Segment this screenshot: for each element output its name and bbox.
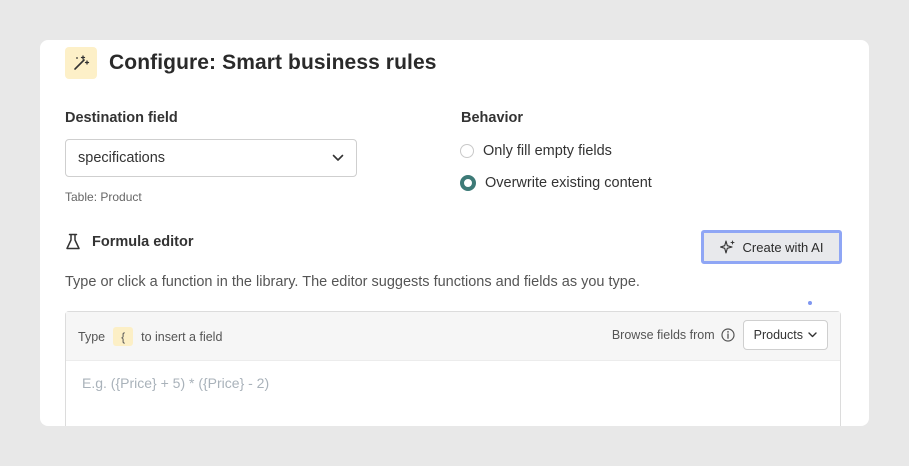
magic-wand-icon [65,47,97,79]
type-suffix: to insert a field [141,329,223,344]
editor-toolbar: Type { to insert a field Browse fields f… [66,312,840,361]
radio-unchecked[interactable] [460,144,474,158]
behavior-option-label: Only fill empty fields [483,143,612,159]
chevron-down-icon [332,154,344,162]
panel-header: Configure: Smart business rules [65,47,437,79]
formula-editor: Type { to insert a field Browse fields f… [65,311,841,426]
browse-fields-label: Browse fields from [611,328,715,342]
radio-checked[interactable] [460,175,476,191]
info-icon[interactable] [721,328,735,342]
configure-panel: Configure: Smart business rules Destinat… [40,40,869,426]
browse-fields-select[interactable]: Products [742,320,828,350]
sparkle-icon [719,239,736,255]
destination-field-value: specifications [78,150,166,166]
table-hint: Table: Product [65,190,142,204]
behavior-option-label: Overwrite existing content [485,175,652,191]
flask-icon [65,233,81,251]
formula-description: Type or click a function in the library.… [65,274,640,290]
chevron-down-icon [808,332,817,338]
browse-fields-value: Products [753,328,803,342]
browse-fields: Browse fields from Products [612,320,828,350]
behavior-label: Behavior [461,110,524,126]
page-title: Configure: Smart business rules [109,51,437,74]
behavior-option-fill-empty[interactable]: Only fill empty fields [460,143,612,159]
brace-chip: { [113,327,134,346]
destination-field-label: Destination field [65,110,178,126]
destination-field-select[interactable]: specifications [65,139,357,177]
formula-editor-label: Formula editor [92,234,194,250]
create-with-ai-button[interactable]: Create with AI [701,230,842,264]
create-with-ai-label: Create with AI [742,239,824,255]
focus-dot [808,301,812,305]
formula-editor-heading: Formula editor [65,233,194,251]
formula-input[interactable]: E.g. ({Price} + 5) * ({Price} - 2) [82,375,269,391]
behavior-option-overwrite[interactable]: Overwrite existing content [460,175,652,191]
insert-field-hint: Type { to insert a field [78,327,222,346]
type-prefix: Type [78,329,106,344]
